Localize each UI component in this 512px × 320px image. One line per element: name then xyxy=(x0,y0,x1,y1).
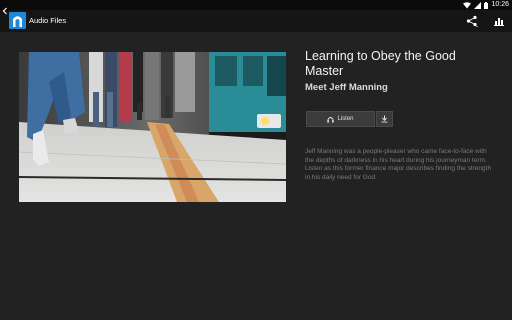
status-bar: 10:26 xyxy=(0,0,512,10)
signal-icon xyxy=(474,1,482,9)
train-platform-photo xyxy=(19,52,286,202)
action-bar xyxy=(0,10,512,32)
status-time: 10:26 xyxy=(491,1,509,8)
listen-label: Listen xyxy=(337,116,354,122)
app-title: Audio Files xyxy=(29,16,67,25)
episode-title: Learning to Obey the Good Master xyxy=(305,49,456,78)
share-icon[interactable] xyxy=(466,15,478,27)
listen-button[interactable]: Listen xyxy=(306,111,375,127)
download-icon xyxy=(381,115,388,123)
hero-image xyxy=(19,52,286,202)
stats-icon[interactable] xyxy=(494,16,504,26)
wifi-icon xyxy=(463,1,472,8)
battery-icon xyxy=(484,1,489,9)
back-arrow-icon[interactable] xyxy=(1,5,9,17)
episode-subtitle: Meet Jeff Manning xyxy=(305,82,388,93)
download-button[interactable] xyxy=(376,111,393,127)
episode-description: Jeff Manning was a people-pleaser who ca… xyxy=(305,148,492,181)
headphones-icon xyxy=(327,116,335,123)
app-logo-icon[interactable] xyxy=(9,12,26,29)
status-icons: 10:26 xyxy=(463,0,509,10)
